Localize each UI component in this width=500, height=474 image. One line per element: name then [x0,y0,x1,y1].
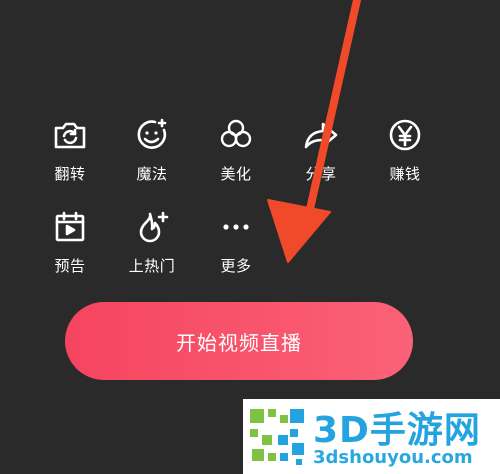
magic-face-icon [132,115,172,155]
camera-flip-icon [50,115,90,155]
tool-beautify[interactable]: 美化 [204,115,268,195]
start-live-button[interactable]: 开始视频直播 [65,302,413,380]
tool-preview-label: 预告 [54,257,86,275]
yen-coin-icon [385,115,425,155]
tool-more[interactable]: 更多 [204,207,268,287]
tool-trending-label: 上热门 [128,257,176,275]
tool-more-label: 更多 [220,257,252,275]
tool-magic[interactable]: 魔法 [120,115,184,195]
tool-beautify-label: 美化 [220,165,252,183]
tool-earn-label: 赚钱 [389,165,421,183]
tool-preview[interactable]: 预告 [38,207,102,287]
more-dots-icon [216,207,256,247]
tool-earn[interactable]: 赚钱 [373,115,437,195]
flame-plus-icon [132,207,172,247]
watermark-logo-icon [250,409,304,465]
watermark-url: 3dshouyou.com [313,447,473,468]
live-setup-panel: 翻转 魔法 美化 分享 赚钱 预告 上热门 更多 开始视频直播 3D手游网 3d… [0,0,500,474]
tool-share[interactable]: 分享 [289,115,353,195]
tool-flip-label: 翻转 [54,165,86,183]
watermark: 3D手游网 3dshouyou.com [243,399,500,474]
tool-share-label: 分享 [305,165,337,183]
watermark-title: 3D手游网 [313,410,481,451]
calendar-play-icon [50,207,90,247]
share-icon [301,115,341,155]
tool-magic-label: 魔法 [136,165,168,183]
tool-flip[interactable]: 翻转 [38,115,102,195]
beautify-flower-icon [216,115,256,155]
tool-trending[interactable]: 上热门 [120,207,184,287]
